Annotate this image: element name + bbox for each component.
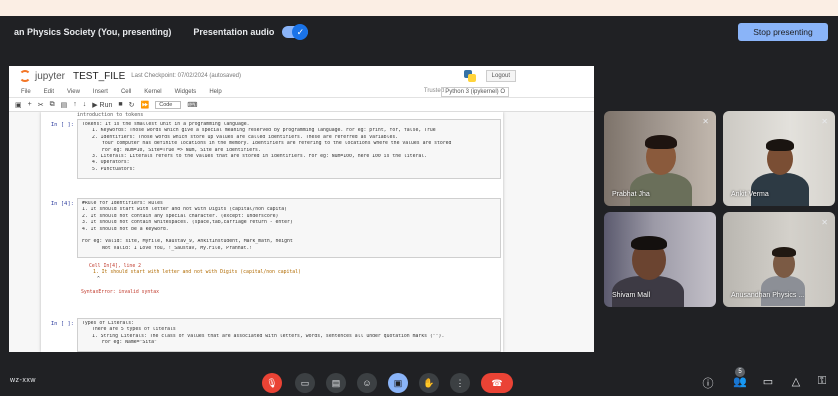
meeting-code: wz-xxw <box>10 377 36 384</box>
closed-caption-icon: ▤ <box>331 377 341 388</box>
present-to-all-icon: ▣ <box>393 377 403 388</box>
videocam-icon: ▭ <box>300 377 310 388</box>
code-cell-literals[interactable]: In [ ]: Types of Literals: There are 5 t… <box>41 318 503 352</box>
kernel-indicator[interactable]: Python 3 (ipykernel) O <box>441 87 509 97</box>
mic-off-icon: ✕ <box>821 218 828 227</box>
info-icon[interactable]: ⓘ <box>700 375 716 391</box>
participant-tile[interactable]: ✕ Anusandhan Physics ... <box>723 212 835 307</box>
activities-icon[interactable]: △ <box>788 375 804 388</box>
participant-name: Shivam Mall <box>612 292 651 299</box>
keyboard-icon[interactable]: ⌨ <box>187 101 197 109</box>
menu-insert[interactable]: Insert <box>93 89 108 95</box>
cell-prompt: In [4]: <box>50 201 74 207</box>
copy-icon[interactable]: ⧉ <box>50 101 55 109</box>
menu-help[interactable]: Help <box>209 89 221 95</box>
jupyter-header: jupyter TEST_FILE Last Checkpoint: 07/02… <box>9 66 594 86</box>
more-options-button[interactable]: ⋮ <box>450 373 470 393</box>
presentation-audio-toggle[interactable]: ✓ <box>282 24 309 40</box>
menu-kernel[interactable]: Kernel <box>144 89 161 95</box>
top-band <box>0 0 838 16</box>
logout-button[interactable]: Logout <box>485 70 516 82</box>
jupyter-logo-icon <box>19 70 31 82</box>
top-cell-fragment: introduction to tokens <box>77 112 144 118</box>
run-label: Run <box>99 101 113 109</box>
presentation-bar: an Physics Society (You, presenting) Pre… <box>0 16 838 48</box>
move-down-icon[interactable]: ↓ <box>83 101 87 108</box>
code-cell-identifier-rules[interactable]: In [4]: #Rule for Identifiers: Rules 1. … <box>41 198 503 258</box>
jupyter-toolbar: ▣ + ✂ ⧉ ▤ ↑ ↓ ▶ Run ■ ↻ ⏩ Code ⌨ <box>9 98 594 112</box>
move-up-icon[interactable]: ↑ <box>73 101 77 108</box>
cell-output-error: Cell In[4], line 2 1. It should start wi… <box>81 264 301 295</box>
raise-hand-button[interactable]: ✋ <box>419 373 439 393</box>
call-end-icon: ☎ <box>491 377 503 388</box>
add-cell-icon[interactable]: + <box>28 101 32 108</box>
present-button[interactable]: ▣ <box>388 373 408 393</box>
participant-tile[interactable]: Shivam Mall <box>604 212 716 307</box>
cell-input[interactable]: Types of Literals: There are 5 types of … <box>77 318 501 352</box>
camera-button[interactable]: ▭ <box>295 373 315 393</box>
participant-tile[interactable]: ✕ Ankit Verma <box>723 111 835 206</box>
participant-name: Anusandhan Physics ... <box>731 292 805 299</box>
bottom-control-bar: wz-xxw 🎙 ▭ ▤ ☺ ▣ ✋ ⋮ ☎ ⓘ 👥 ▭ △ ⚿ <box>0 364 838 396</box>
jupyter-menu-bar: File Edit View Insert Cell Kernel Widget… <box>9 86 594 98</box>
more-vert-icon: ⋮ <box>455 377 465 388</box>
code-cell-tokens[interactable]: In [ ]: Tokens: It is the smallest unit … <box>41 119 503 179</box>
stop-icon[interactable]: ■ <box>118 101 122 108</box>
paste-icon[interactable]: ▤ <box>61 101 68 109</box>
jupyter-brand: jupyter <box>35 70 66 82</box>
notebook-filename[interactable]: TEST_FILE <box>73 71 125 82</box>
cell-input[interactable]: Tokens: It is the smallest unit in a pro… <box>77 119 501 179</box>
stop-presenting-button[interactable]: Stop presenting <box>738 23 828 41</box>
reactions-button[interactable]: ☺ <box>357 373 377 393</box>
mic-off-icon: ✕ <box>702 117 709 126</box>
menu-view[interactable]: View <box>67 89 80 95</box>
save-icon[interactable]: ▣ <box>15 101 22 109</box>
raise-hand-icon: ✋ <box>423 377 435 388</box>
mic-off-button[interactable]: 🎙 <box>262 373 282 393</box>
presentation-audio-label: Presentation audio <box>193 27 275 37</box>
host-controls-icon[interactable]: ⚿ <box>814 375 830 388</box>
cell-type-select[interactable]: Code <box>155 100 182 109</box>
notebook-page: introduction to tokens In [ ]: Tokens: I… <box>41 112 503 352</box>
presenting-title: an Physics Society (You, presenting) <box>14 27 172 37</box>
restart-icon[interactable]: ↻ <box>129 101 135 109</box>
run-button[interactable]: ▶ Run <box>92 101 112 109</box>
cell-prompt: In [ ]: <box>50 122 74 128</box>
cell-prompt: In [ ]: <box>50 321 74 327</box>
menu-widgets[interactable]: Widgets <box>175 89 197 95</box>
emoji-icon: ☺ <box>362 378 372 388</box>
participant-name: Prabhat Jha <box>612 191 650 198</box>
participant-tile[interactable]: ✕ Prabhat Jha <box>604 111 716 206</box>
check-icon: ✓ <box>292 24 309 40</box>
notebook-body[interactable]: introduction to tokens In [ ]: Tokens: I… <box>9 112 594 352</box>
participant-name: Ankit Verma <box>731 191 769 198</box>
menu-file[interactable]: File <box>21 89 31 95</box>
python-logo-icon <box>464 70 476 82</box>
chat-icon[interactable]: ▭ <box>760 375 776 388</box>
fast-forward-icon[interactable]: ⏩ <box>141 101 150 109</box>
menu-cell[interactable]: Cell <box>121 89 131 95</box>
mic-off-icon: 🎙 <box>266 377 278 388</box>
captions-button[interactable]: ▤ <box>326 373 346 393</box>
cell-input[interactable]: #Rule for Identifiers: Rules 1. It shoul… <box>77 198 501 258</box>
people-count-badge: 5 <box>735 367 745 377</box>
mic-off-icon: ✕ <box>821 117 828 126</box>
leave-call-button[interactable]: ☎ <box>481 373 513 393</box>
cut-icon[interactable]: ✂ <box>38 101 44 109</box>
checkpoint-status: Last Checkpoint: 07/02/2024 (autosaved) <box>131 73 242 79</box>
menu-edit[interactable]: Edit <box>44 89 54 95</box>
shared-screen-jupyter: jupyter TEST_FILE Last Checkpoint: 07/02… <box>9 66 594 352</box>
